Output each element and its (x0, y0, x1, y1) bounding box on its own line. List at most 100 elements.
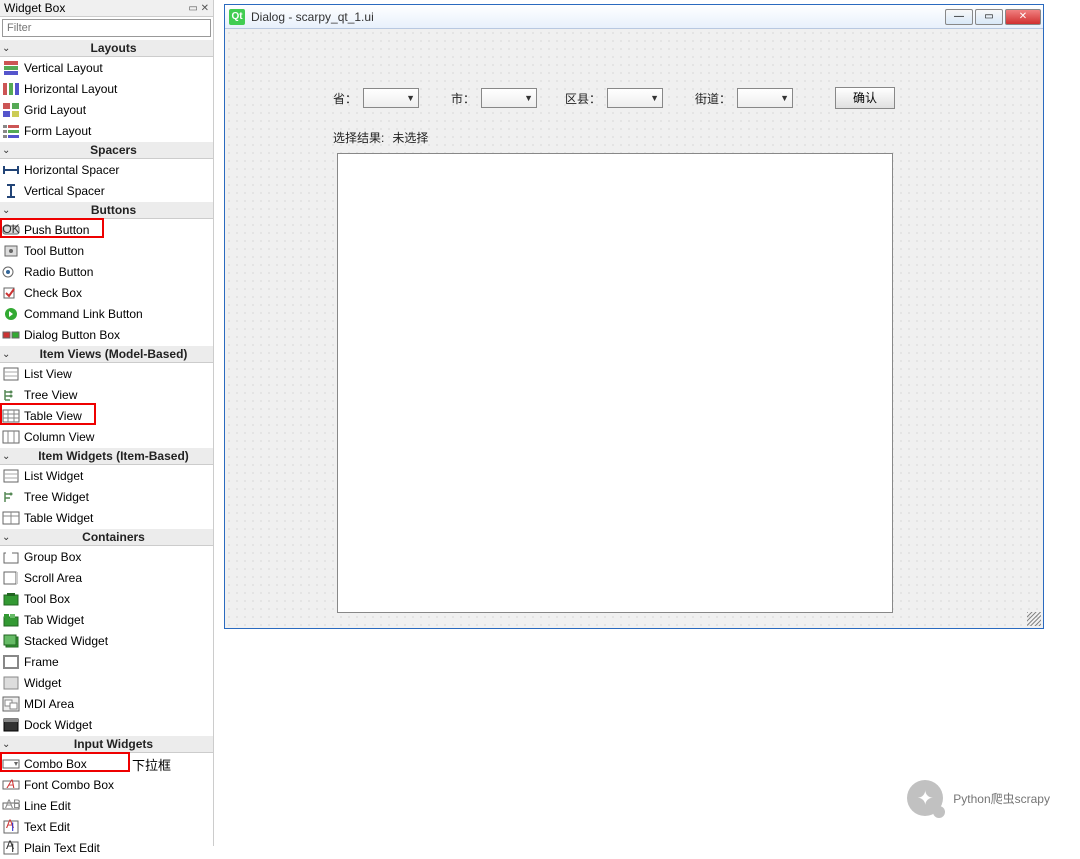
widget-item-line-edit[interactable]: ABILine Edit (0, 795, 213, 816)
widget-item-label: Stacked Widget (24, 634, 108, 648)
widget-item-label: MDI Area (24, 697, 74, 711)
hlayout-icon (2, 81, 20, 97)
widget-item-grid-layout[interactable]: Grid Layout (0, 99, 213, 120)
widget-item-table-widget[interactable]: Table Widget (0, 507, 213, 528)
label-county: 区县： (565, 90, 601, 107)
widget-item-tool-button[interactable]: Tool Button (0, 240, 213, 261)
vlayout-icon (2, 60, 20, 76)
filter-input[interactable] (2, 19, 211, 37)
widget-item-label: Scroll Area (24, 571, 82, 585)
widget-item-tab-widget[interactable]: Tab Widget (0, 609, 213, 630)
chevron-down-icon: ▼ (650, 93, 659, 103)
category-header-itemwidgets[interactable]: ⌄Item Widgets (Item-Based) (0, 447, 213, 465)
widget-item-font-combo-box[interactable]: A Font Combo Box (0, 774, 213, 795)
category-header-spacers[interactable]: ⌄Spacers (0, 141, 213, 159)
confirm-button[interactable]: 确认 (835, 87, 895, 109)
widget-item-dialog-button-box[interactable]: Dialog Button Box (0, 324, 213, 345)
dockwidget-icon (2, 717, 20, 733)
qt-logo-icon: Qt (229, 9, 245, 25)
widget-item-label: Plain Text Edit (24, 841, 100, 855)
widget-item-list-view[interactable]: List View (0, 363, 213, 384)
chevron-down-icon: ⌄ (2, 205, 16, 216)
widget-item-label: Vertical Spacer (24, 184, 105, 198)
widget-item-label: Frame (24, 655, 59, 669)
widget-item-text-edit[interactable]: AIText Edit (0, 816, 213, 837)
category-header-buttons[interactable]: ⌄Buttons (0, 201, 213, 219)
widget-item-label: Command Link Button (24, 307, 143, 321)
colview-icon (2, 429, 20, 445)
dialog-form-area[interactable]: 省： ▼ 市： ▼ 区县： ▼ 街道： ▼ 确认 选择结果: 未选择 (225, 29, 1043, 628)
table-view[interactable] (337, 153, 893, 613)
widget-item-combo-box[interactable]: Combo Box下拉框 (0, 753, 213, 774)
lineedit-icon: ABI (2, 798, 20, 814)
widget-item-tool-box[interactable]: Tool Box (0, 588, 213, 609)
label-province: 省： (333, 90, 357, 107)
combo-street[interactable]: ▼ (737, 88, 793, 108)
widget-item-plain-text-edit[interactable]: AIPlain Text Edit (0, 837, 213, 858)
widget-item-label: Vertical Layout (24, 61, 103, 75)
combo-province[interactable]: ▼ (363, 88, 419, 108)
widget-item-list-widget[interactable]: List Widget (0, 465, 213, 486)
widget-item-group-box[interactable]: Group Box (0, 546, 213, 567)
tableview-icon (2, 408, 20, 424)
widget-item-check-box[interactable]: Check Box (0, 282, 213, 303)
dialog-window: Qt Dialog - scarpy_qt_1.ui — ▭ ✕ 省： ▼ 市：… (224, 4, 1044, 629)
svg-text:A: A (6, 777, 15, 791)
design-canvas: Qt Dialog - scarpy_qt_1.ui — ▭ ✕ 省： ▼ 市：… (214, 0, 1080, 846)
widget-item-label: List Widget (24, 469, 83, 483)
result-value: 未选择 (392, 129, 428, 146)
fontcombo-icon: A (2, 777, 20, 793)
close-button[interactable]: ✕ (1005, 9, 1041, 25)
widget-item-command-link-button[interactable]: Command Link Button (0, 303, 213, 324)
widget-item-scroll-area[interactable]: Scroll Area (0, 567, 213, 588)
chevron-down-icon: ▼ (780, 93, 789, 103)
widget-item-stacked-widget[interactable]: Stacked Widget (0, 630, 213, 651)
widget-item-horizontal-spacer[interactable]: Horizontal Spacer (0, 159, 213, 180)
panel-title-bar: Widget Box ▭ ✕ (0, 0, 213, 17)
widget-item-column-view[interactable]: Column View (0, 426, 213, 447)
widget-item-frame[interactable]: Frame (0, 651, 213, 672)
category-header-itemviews[interactable]: ⌄Item Views (Model-Based) (0, 345, 213, 363)
widget-item-label: Group Box (24, 550, 81, 564)
wechat-icon: ✦ (907, 780, 943, 816)
category-label: Containers (16, 530, 211, 544)
widget-item-label: Tool Button (24, 244, 84, 258)
widget-item-label: Dialog Button Box (24, 328, 120, 342)
widget-item-mdi-area[interactable]: MDI Area (0, 693, 213, 714)
treewidget-icon (2, 489, 20, 505)
category-header-inputs[interactable]: ⌄Input Widgets (0, 735, 213, 753)
widget-item-dock-widget[interactable]: Dock Widget (0, 714, 213, 735)
widget-item-vertical-spacer[interactable]: Vertical Spacer (0, 180, 213, 201)
minimize-button[interactable]: — (945, 9, 973, 25)
combo-city[interactable]: ▼ (481, 88, 537, 108)
widget-item-vertical-layout[interactable]: Vertical Layout (0, 57, 213, 78)
widget-item-label: Check Box (24, 286, 82, 300)
widget-item-tree-view[interactable]: Tree View (0, 384, 213, 405)
combo-county[interactable]: ▼ (607, 88, 663, 108)
widget-item-radio-button[interactable]: Radio Button (0, 261, 213, 282)
category-label: Item Views (Model-Based) (16, 347, 211, 361)
titlebar[interactable]: Qt Dialog - scarpy_qt_1.ui — ▭ ✕ (225, 5, 1043, 29)
form-icon (2, 123, 20, 139)
chevron-down-icon: ⌄ (2, 532, 16, 543)
widget-item-push-button[interactable]: OKPush Button (0, 219, 213, 240)
widget-item-label: Font Combo Box (24, 778, 114, 792)
widget-item-label: Horizontal Spacer (24, 163, 119, 177)
widget-item-horizontal-layout[interactable]: Horizontal Layout (0, 78, 213, 99)
widget-item-widget[interactable]: Widget (0, 672, 213, 693)
maximize-button[interactable]: ▭ (975, 9, 1003, 25)
annotation-text: 下拉框 (132, 755, 171, 774)
widget-item-label: Widget (24, 676, 61, 690)
category-header-containers[interactable]: ⌄Containers (0, 528, 213, 546)
dock-controls[interactable]: ▭ ✕ (188, 3, 209, 14)
svg-text:I: I (11, 820, 14, 834)
widget-item-form-layout[interactable]: Form Layout (0, 120, 213, 141)
category-header-layouts[interactable]: ⌄Layouts (0, 39, 213, 57)
widget-item-tree-widget[interactable]: Tree Widget (0, 486, 213, 507)
dialog-title: Dialog - scarpy_qt_1.ui (251, 10, 945, 24)
chevron-down-icon: ⌄ (2, 43, 16, 54)
resize-grip-icon[interactable] (1027, 612, 1041, 626)
listwidget-icon (2, 468, 20, 484)
widget-item-label: Tool Box (24, 592, 70, 606)
widget-item-table-view[interactable]: Table View (0, 405, 213, 426)
